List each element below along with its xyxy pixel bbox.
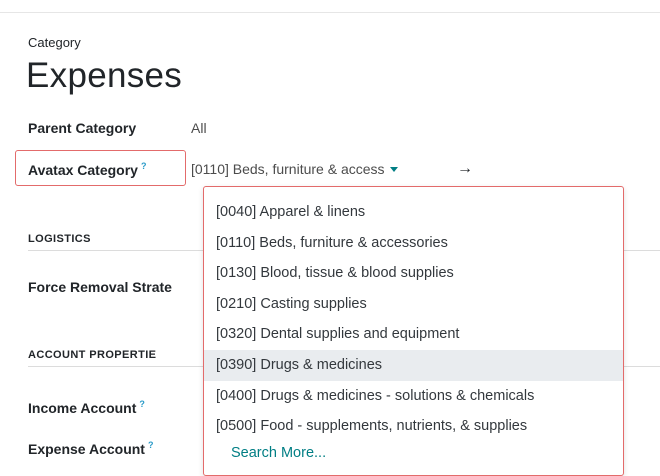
parent-category-field[interactable]: All [191, 120, 207, 136]
dropdown-option[interactable]: [0320] Dental supplies and equipment [204, 319, 623, 350]
dropdown-options-list: [0040] Apparel & linens [0110] Beds, fur… [204, 197, 623, 442]
avatax-category-label-text: Avatax Category [28, 162, 138, 178]
dropdown-option[interactable]: [0130] Blood, tissue & blood supplies [204, 258, 623, 289]
help-tooltip-icon[interactable]: ? [148, 440, 154, 450]
help-tooltip-icon[interactable]: ? [139, 399, 145, 409]
income-account-label: Income Account? [28, 399, 145, 416]
dropdown-option[interactable]: [0400] Drugs & medicines - solutions & c… [204, 381, 623, 412]
dropdown-option-highlighted[interactable]: [0390] Drugs & medicines [204, 349, 623, 381]
expense-account-label: Expense Account? [28, 440, 153, 457]
product-category-form: Category Expenses Parent Category All Av… [0, 0, 660, 476]
avatax-category-value[interactable]: [0110] Beds, furniture & access [191, 161, 385, 177]
section-logistics: LOGISTICS [28, 233, 91, 245]
dropdown-option[interactable]: [0040] Apparel & linens [204, 197, 623, 228]
help-tooltip-icon[interactable]: ? [141, 161, 147, 171]
section-account-properties: ACCOUNT PROPERTIE [28, 349, 157, 361]
parent-category-label: Parent Category [28, 120, 137, 136]
caret-down-icon[interactable] [389, 167, 398, 172]
force-removal-strategy-label: Force Removal Strate [28, 279, 172, 295]
top-divider [0, 12, 660, 13]
arrow-right-icon[interactable]: → [457, 160, 473, 178]
search-more-link[interactable]: Search More... [231, 445, 326, 461]
income-account-label-text: Income Account [28, 400, 137, 416]
category-caption: Category [28, 35, 81, 50]
dropdown-option[interactable]: [0500] Food - supplements, nutrients, & … [204, 411, 623, 442]
avatax-category-dropdown: [0040] Apparel & linens [0110] Beds, fur… [203, 186, 624, 476]
avatax-category-select[interactable]: [0110] Beds, furniture & access [191, 161, 398, 177]
dropdown-option[interactable]: [0210] Casting supplies [204, 289, 623, 320]
category-name-field[interactable]: Expenses [26, 56, 182, 96]
dropdown-option[interactable]: [0110] Beds, furniture & accessories [204, 228, 623, 259]
expense-account-label-text: Expense Account [28, 441, 145, 457]
avatax-category-label: Avatax Category? [28, 161, 146, 178]
